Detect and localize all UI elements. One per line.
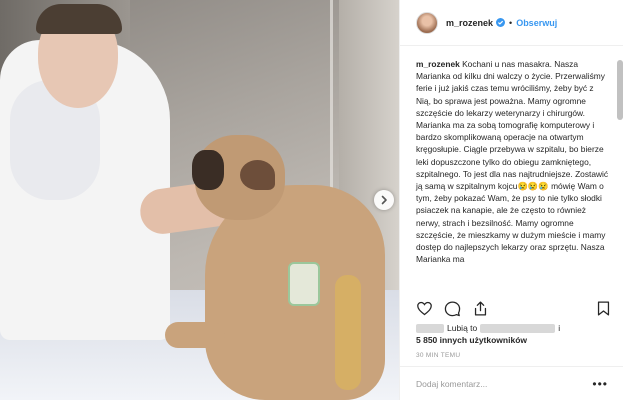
comment-input[interactable] <box>416 378 593 389</box>
caption-username[interactable]: m_rozenek <box>416 59 460 69</box>
redacted-username[interactable] <box>480 324 556 334</box>
next-photo-button[interactable] <box>374 190 394 210</box>
share-icon[interactable] <box>472 300 489 317</box>
photo-bandage <box>288 262 320 306</box>
caption: m_rozenek Kochani u nas masakra. Nasza M… <box>416 58 610 265</box>
heart-icon[interactable] <box>416 300 433 317</box>
likes-summary: Lubią to i 5 850 innych użytkowników <box>416 322 560 346</box>
more-options-icon[interactable]: ••• <box>592 377 608 391</box>
caption-scrollbar[interactable] <box>617 60 623 120</box>
verified-badge-icon <box>496 18 506 27</box>
post-side-panel: m_rozenek • Obserwuj m_rozenek Kochani u… <box>399 0 623 400</box>
redacted-avatar <box>416 324 444 334</box>
comment-icon[interactable] <box>444 300 461 317</box>
likes-prefix: Lubią to <box>447 323 478 333</box>
caption-area[interactable]: m_rozenek Kochani u nas masakra. Nasza M… <box>400 46 618 292</box>
post-header: m_rozenek • Obserwuj <box>400 0 623 46</box>
photo-person-hair <box>36 4 122 34</box>
likes-count-link[interactable]: 5 850 innych użytkowników <box>416 335 527 345</box>
separator-dot: • <box>509 17 513 28</box>
likes-joiner: i <box>558 323 561 333</box>
caption-text: Kochani u nas masakra. Nasza Marianka od… <box>416 59 609 265</box>
photo-dog-paw <box>165 322 225 348</box>
action-bar <box>416 298 612 318</box>
photo-surgery-scar <box>335 275 361 390</box>
username-link[interactable]: m_rozenek <box>446 18 493 28</box>
post-timestamp[interactable]: 30 MIN TEMU <box>416 352 460 359</box>
follow-button[interactable]: Obserwuj <box>516 18 557 28</box>
add-comment-bar: ••• <box>400 366 623 400</box>
photo-dog-ear <box>240 160 275 190</box>
photo-dog-muzzle <box>192 150 224 190</box>
avatar[interactable] <box>416 11 438 34</box>
chevron-right-icon <box>381 195 387 205</box>
bookmark-icon[interactable] <box>595 300 612 317</box>
post-photo[interactable] <box>0 0 399 400</box>
